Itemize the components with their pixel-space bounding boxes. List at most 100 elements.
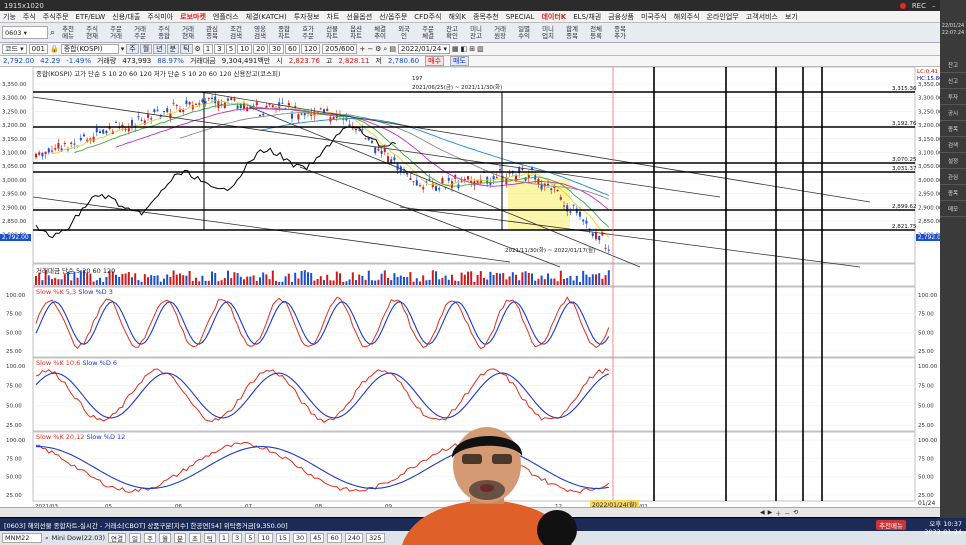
- interval-button[interactable]: 20: [253, 44, 269, 54]
- interval-button[interactable]: 10: [237, 44, 253, 54]
- menu-item[interactable]: 보기: [785, 12, 798, 22]
- menu-item[interactable]: ETF/ELW: [76, 13, 106, 21]
- menu-item[interactable]: 로보마켓: [180, 12, 206, 22]
- futures-period-button[interactable]: 연결: [108, 533, 126, 543]
- period-button[interactable]: 주: [126, 44, 139, 54]
- futures-period-button[interactable]: 월: [158, 533, 171, 543]
- symbol-name-field[interactable]: 종합(KOSPI): [60, 44, 119, 54]
- futures-period-button[interactable]: 분: [173, 533, 186, 543]
- futures-period-button[interactable]: 틱: [203, 533, 216, 543]
- quick-icon-button[interactable]: 옵션 차트: [345, 24, 367, 42]
- menu-item[interactable]: 주식미아: [147, 12, 173, 22]
- quick-icon-button[interactable]: 외국 인: [393, 24, 415, 42]
- period-button[interactable]: 분: [166, 44, 180, 54]
- quick-icon-button[interactable]: 합계 종목: [561, 24, 583, 42]
- menu-item[interactable]: 투자정보: [294, 12, 320, 22]
- minimize-icon[interactable]: –: [932, 2, 936, 10]
- menu-item[interactable]: CFD주식: [414, 12, 441, 22]
- calendar-icon[interactable]: ▦: [452, 45, 459, 53]
- layout-icon[interactable]: ▥: [477, 45, 484, 53]
- market-select[interactable]: 코드 ▾: [2, 44, 27, 54]
- date-field[interactable]: 2022/01/24 ▾: [397, 44, 451, 54]
- zoom-out-icon[interactable]: －: [784, 509, 790, 518]
- futures-period-button[interactable]: 10: [258, 533, 273, 543]
- quick-icon-button[interactable]: 거래 주문: [129, 24, 151, 42]
- print-icon[interactable]: ▤: [389, 45, 396, 53]
- interval-button[interactable]: 120: [300, 44, 321, 54]
- screen-number-input[interactable]: 0603 ▾: [2, 26, 48, 39]
- search-icon[interactable]: ⌕: [45, 534, 49, 543]
- sidebar-item[interactable]: 설정: [940, 153, 966, 169]
- period-button[interactable]: 월: [139, 44, 153, 54]
- menu-item[interactable]: 주식: [23, 12, 36, 22]
- menu-item[interactable]: 주식주문: [43, 12, 69, 22]
- interval-button[interactable]: 30: [269, 44, 284, 54]
- menu-item[interactable]: 온라인업무: [707, 12, 739, 22]
- grid-icon[interactable]: ⊞: [469, 45, 475, 53]
- scroll-left-icon[interactable]: ◀: [760, 509, 765, 518]
- quick-icon-button[interactable]: 주식 종합: [153, 24, 175, 42]
- sidebar-item[interactable]: 종목: [940, 121, 966, 137]
- quick-icon-button[interactable]: 호가 주문: [297, 24, 319, 42]
- futures-period-button[interactable]: 3: [232, 533, 243, 543]
- futures-period-button[interactable]: 45: [310, 533, 325, 543]
- quick-icon-button[interactable]: 영웅 검색: [249, 24, 271, 42]
- menu-item[interactable]: 엔플러스: [213, 12, 239, 22]
- code-input[interactable]: 001: [28, 44, 49, 54]
- futures-period-button[interactable]: 5: [245, 533, 256, 543]
- quick-icon-button[interactable]: 주문 체결: [417, 24, 439, 42]
- search-icon[interactable]: ⌕: [50, 28, 55, 38]
- futures-symbol-field[interactable]: MNM22: [2, 533, 42, 543]
- zoom-in-icon[interactable]: +: [359, 45, 365, 53]
- settings-icon[interactable]: ⚙: [375, 45, 381, 53]
- sell-button[interactable]: 매도: [450, 56, 469, 66]
- interval-button[interactable]: 60: [284, 44, 300, 54]
- futures-period-button[interactable]: 일: [129, 533, 141, 543]
- zoom-out-icon[interactable]: −: [367, 45, 373, 53]
- futures-period-button[interactable]: 325: [366, 533, 385, 543]
- futures-period-button[interactable]: 주: [143, 533, 156, 543]
- quick-icon-button[interactable]: 선물 차트: [321, 24, 343, 42]
- search-icon[interactable]: ⌕: [383, 45, 387, 54]
- zoom-in-icon[interactable]: ＋: [775, 509, 781, 518]
- menu-item[interactable]: 고객서비스: [746, 12, 778, 22]
- menu-item[interactable]: 해외K: [448, 12, 465, 22]
- futures-period-button[interactable]: 1: [218, 533, 230, 543]
- buy-button[interactable]: 매수: [425, 56, 445, 66]
- quick-icon-button[interactable]: 관심 종목: [201, 24, 223, 42]
- futures-period-button[interactable]: 30: [292, 533, 308, 543]
- menu-item[interactable]: 데이터K: [541, 12, 566, 22]
- menu-item[interactable]: 체결(KATCH): [246, 12, 287, 22]
- sidebar-item[interactable]: 공시: [940, 105, 966, 121]
- sidebar-item[interactable]: 종목: [940, 185, 966, 201]
- futures-period-button[interactable]: 초: [188, 533, 201, 543]
- quick-icon-button[interactable]: 일별 수익: [513, 24, 535, 42]
- reset-icon[interactable]: ⟲: [793, 509, 798, 518]
- sidebar-item[interactable]: 메모: [940, 201, 966, 217]
- interval-button[interactable]: 5: [225, 44, 237, 54]
- period-button[interactable]: 년: [153, 44, 166, 54]
- scroll-right-icon[interactable]: ▶: [768, 509, 773, 518]
- sidebar-item[interactable]: 검색: [940, 137, 966, 153]
- futures-period-button[interactable]: 60: [327, 533, 342, 543]
- quick-icon-button[interactable]: 종합 차트: [273, 24, 295, 42]
- menu-item[interactable]: 해외주식: [674, 12, 700, 22]
- sidebar-item[interactable]: 신고: [940, 73, 966, 89]
- chevron-down-icon[interactable]: ▾: [121, 45, 125, 53]
- sidebar-item[interactable]: 관심: [940, 169, 966, 185]
- gear-icon[interactable]: ⚙: [195, 45, 201, 53]
- quick-icon-button[interactable]: 체결 추이: [369, 24, 391, 42]
- quick-icon-button[interactable]: 미니 잔고: [465, 24, 487, 42]
- quick-icon-button[interactable]: 추천 메뉴: [57, 24, 79, 42]
- menu-item[interactable]: ELS/채권: [573, 12, 601, 22]
- period-button[interactable]: 틱: [180, 44, 193, 54]
- quick-icon-button[interactable]: 거래 원장: [489, 24, 511, 42]
- quick-icon-button[interactable]: 조건 검색: [225, 24, 247, 42]
- quick-icon-button[interactable]: 종목 추가: [609, 24, 631, 42]
- quick-icon-button[interactable]: 주식 현재: [81, 24, 103, 42]
- quick-icon-button[interactable]: 미니 업치: [537, 24, 559, 42]
- interval-button[interactable]: 3: [214, 44, 225, 54]
- menu-item[interactable]: SPECIAL: [506, 13, 535, 21]
- futures-period-button[interactable]: 240: [344, 533, 364, 543]
- menu-item[interactable]: 선물옵션: [346, 12, 372, 22]
